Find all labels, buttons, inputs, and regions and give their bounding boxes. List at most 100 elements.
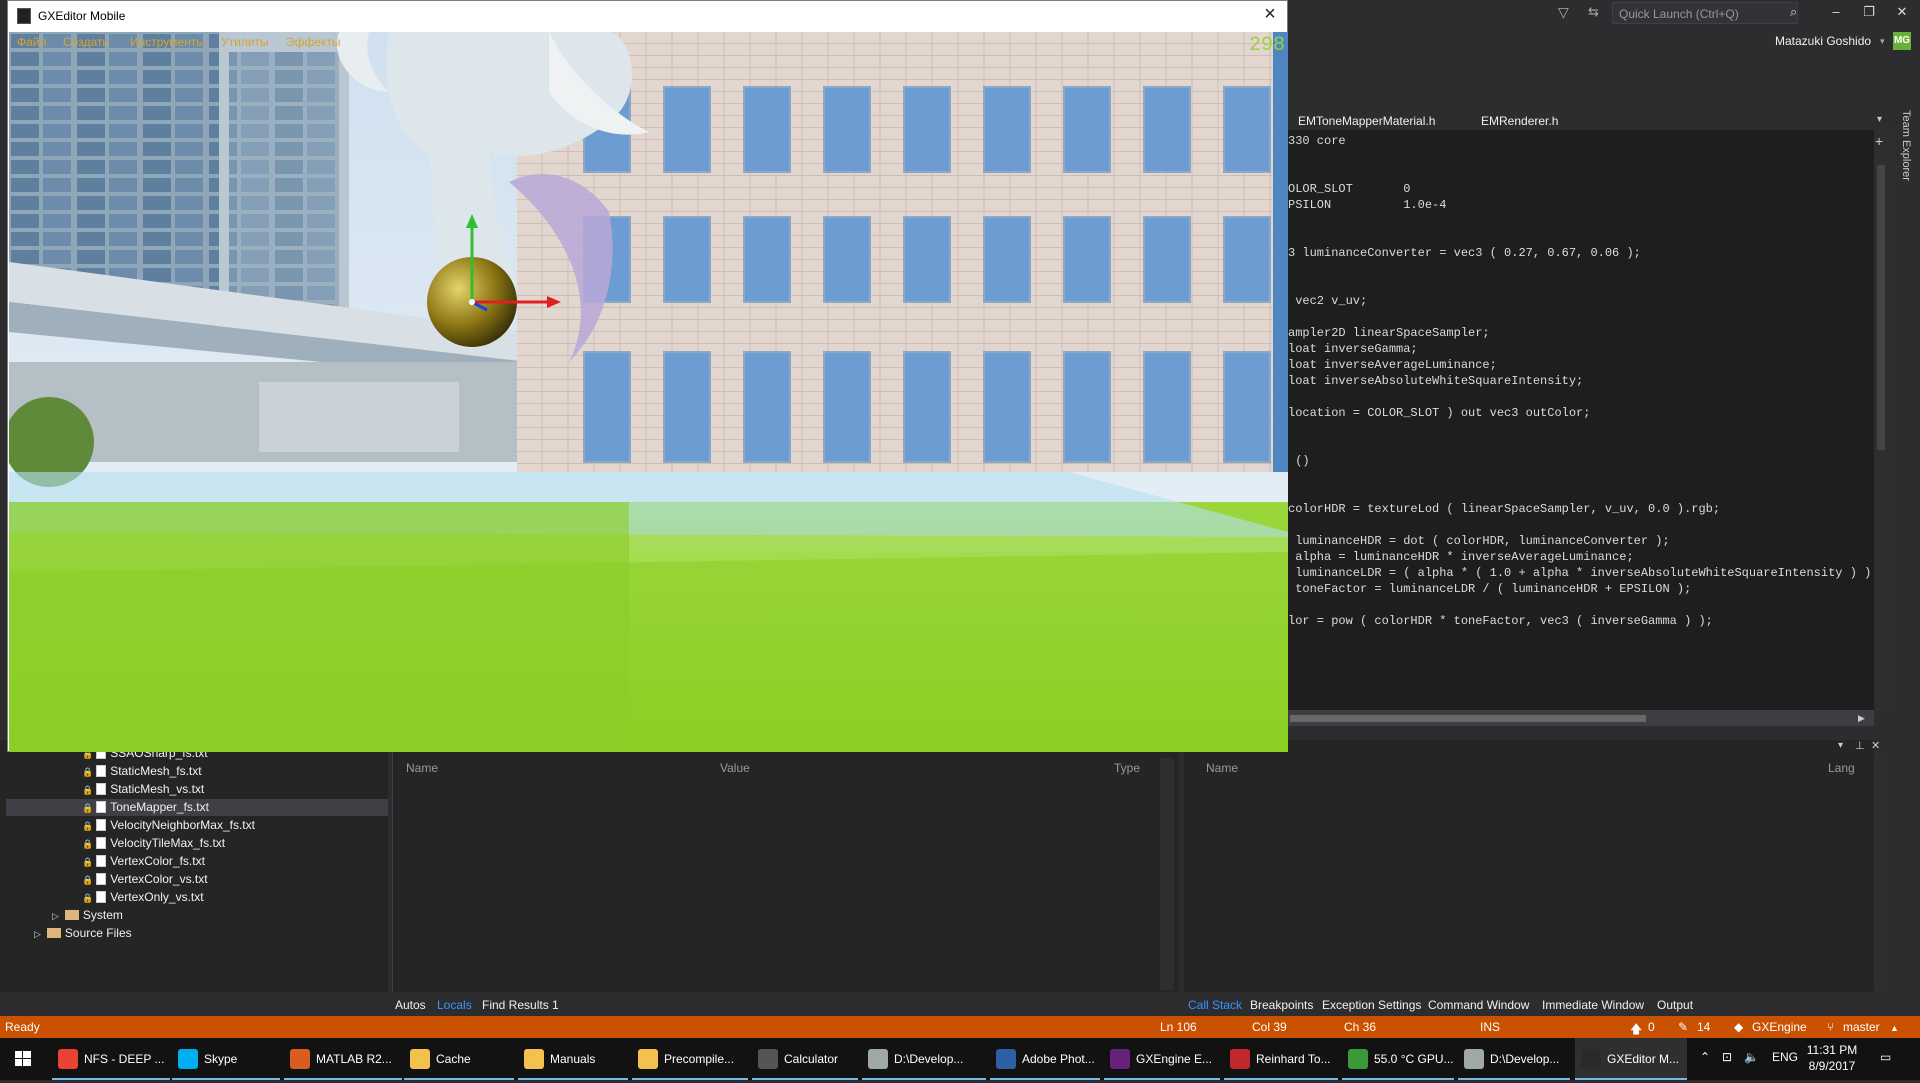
code-line[interactable]: OLOR_SLOT 0 [1288,182,1410,196]
status-branch[interactable]: master [1843,1020,1880,1034]
code-line[interactable]: lor = pow ( colorHDR * toneFactor, vec3 … [1288,614,1713,628]
locals-col-name[interactable]: Name [406,761,438,775]
tab-find-results[interactable]: Find Results 1 [482,998,559,1012]
code-line[interactable]: alpha = luminanceHDR * inverseAverageLum… [1288,550,1633,564]
solution-folder-item[interactable]: ▷ Source Files [34,926,132,940]
code-editor[interactable]: 330 core OLOR_SLOT 0 PSILON 1.0e-4 3 lumina… [1286,130,1886,710]
status-changes[interactable]: 14 [1697,1020,1710,1034]
code-line[interactable]: 330 core [1288,134,1346,148]
clock[interactable]: 11:31 PM 8/9/2017 [1802,1042,1862,1074]
scroll-right-icon[interactable]: ▶ [1858,713,1865,724]
locals-col-type[interactable]: Type [1114,761,1140,775]
tab-emtonemappermaterial[interactable]: EMToneMapperMaterial.h [1298,114,1435,128]
code-line[interactable]: ampler2D linearSpaceSampler; [1288,326,1490,340]
taskbar-item[interactable]: Precompile... [632,1038,748,1080]
taskbar-item[interactable]: NFS - DEEP ... [52,1038,170,1080]
gxeditor-title-bar[interactable]: GXEditor Mobile × [8,1,1287,32]
notifications-icon[interactable]: ▭ [1880,1050,1891,1064]
callstack-col-name[interactable]: Name [1206,761,1238,775]
taskbar-item[interactable]: GXEngine E... [1104,1038,1220,1080]
tab-immediate-window[interactable]: Immediate Window [1542,998,1644,1012]
editor-scroll-thumb[interactable] [1877,165,1885,450]
tab-exception-settings[interactable]: Exception Settings [1322,998,1421,1012]
callstack-scrollbar[interactable] [1874,758,1888,990]
tab-overflow-icon[interactable]: ▾ [1877,114,1882,125]
menu-file[interactable]: Файл [17,35,47,49]
taskbar-item[interactable]: Manuals [518,1038,628,1080]
code-line[interactable]: luminanceHDR = dot ( colorHDR, luminance… [1288,534,1669,548]
taskbar-item[interactable]: Cache [404,1038,514,1080]
callstack-col-lang[interactable]: Lang [1828,761,1855,775]
menu-utilities[interactable]: Утилиты [221,35,269,49]
code-line[interactable]: 3 luminanceConverter = vec3 ( 0.27, 0.67… [1288,246,1641,260]
solution-file-item[interactable]: 🔒 VelocityNeighborMax_fs.txt [82,818,255,832]
code-line[interactable]: colorHDR = textureLod ( linearSpaceSampl… [1288,502,1720,516]
taskbar-item[interactable]: D:\Develop... [1458,1038,1570,1080]
solution-file-item[interactable]: 🔒 VertexOnly_vs.txt [82,890,204,904]
tab-command-window[interactable]: Command Window [1428,998,1529,1012]
solution-file-item[interactable]: 🔒 VertexColor_fs.txt [82,854,205,868]
search-icon[interactable]: ⌕ [1790,4,1797,20]
editor-hscroll-thumb[interactable] [1290,715,1646,722]
taskbar-item[interactable]: GXEditor M... [1575,1038,1687,1080]
close-icon[interactable]: ✕ [1889,4,1915,20]
taskbar-item[interactable]: Reinhard To... [1224,1038,1338,1080]
feedback-icon[interactable]: ⇆ [1588,4,1599,20]
branch-icon[interactable]: ⑂ [1827,1020,1834,1034]
tab-autos[interactable]: Autos [395,998,426,1012]
taskbar-item[interactable]: Adobe Phot... [990,1038,1100,1080]
split-editor-icon[interactable]: + [1875,133,1883,149]
status-unpushed[interactable]: 0 [1648,1020,1655,1034]
tray-expand-icon[interactable]: ⌃ [1700,1050,1710,1064]
tab-output[interactable]: Output [1657,998,1693,1012]
volume-icon[interactable]: 🔈 [1744,1050,1759,1064]
taskbar-item[interactable]: D:\Develop... [862,1038,986,1080]
network-icon[interactable]: ⊡ [1722,1050,1732,1064]
code-line[interactable]: PSILON 1.0e-4 [1288,198,1446,212]
code-line[interactable]: toneFactor = luminanceLDR / ( luminanceH… [1288,582,1691,596]
code-line[interactable]: luminanceLDR = ( alpha * ( 1.0 + alpha *… [1288,566,1886,580]
menu-create[interactable]: Создать [63,35,109,49]
tab-call-stack[interactable]: Call Stack [1188,998,1242,1012]
pencil-icon[interactable]: ✎ [1678,1020,1688,1034]
user-name[interactable]: Matazuki Goshido [1775,34,1871,48]
solution-file-item[interactable]: 🔒 StaticMesh_vs.txt [82,782,204,796]
solution-file-item[interactable]: 🔒 VertexColor_vs.txt [82,872,208,886]
locals-scrollbar[interactable] [1160,758,1174,990]
close-panel-icon[interactable]: ✕ [1871,739,1880,752]
filter-icon[interactable]: ▽ [1558,4,1569,21]
expand-arrow-icon[interactable]: ▷ [34,929,41,939]
solution-file-item[interactable]: 🔒 ToneMapper_fs.txt [82,800,209,814]
menu-effects[interactable]: Эффекты [286,35,341,49]
minimize-icon[interactable]: – [1823,4,1849,19]
user-dropdown-icon[interactable]: ▾ [1880,36,1885,47]
taskbar-item[interactable]: Skype [172,1038,280,1080]
solution-file-item[interactable]: 🔒 VelocityTileMax_fs.txt [82,836,225,850]
code-line[interactable]: vec2 v_uv; [1288,294,1367,308]
code-line[interactable]: loat inverseGamma; [1288,342,1418,356]
status-repo[interactable]: GXEngine [1752,1020,1807,1034]
code-line[interactable]: () [1288,454,1309,468]
solution-file-item[interactable]: 🔒 StaticMesh_fs.txt [82,764,202,778]
panel-dropdown-icon[interactable]: ▾ [1838,740,1843,751]
git-icon[interactable]: ◆ [1734,1020,1743,1034]
tab-locals[interactable]: Locals [437,998,472,1012]
code-line[interactable]: loat inverseAbsoluteWhiteSquareIntensity… [1288,374,1583,388]
code-line[interactable]: location = COLOR_SLOT ) out vec3 outColo… [1288,406,1590,420]
language-indicator[interactable]: ENG [1772,1050,1798,1064]
close-icon[interactable]: × [1257,3,1283,26]
pin-icon[interactable]: ⊥ [1855,739,1865,752]
avatar[interactable]: MG [1893,32,1911,50]
team-explorer-tab[interactable]: Team Explorer [1900,110,1912,181]
tab-emrenderer[interactable]: EMRenderer.h [1481,114,1558,128]
quick-launch-input[interactable]: Quick Launch (Ctrl+Q) [1612,2,1798,24]
tab-breakpoints[interactable]: Breakpoints [1250,998,1313,1012]
viewport-3d[interactable]: Файл Создать Инструменты Утилиты Эффекты… [9,32,1288,752]
taskbar-item[interactable]: MATLAB R2... [284,1038,402,1080]
expand-arrow-icon[interactable]: ▷ [52,911,59,921]
locals-col-value[interactable]: Value [720,761,750,775]
solution-folder-item[interactable]: ▷ System [52,908,123,922]
menu-tools[interactable]: Инструменты [130,35,205,49]
taskbar-item[interactable]: Calculator [752,1038,858,1080]
restore-icon[interactable]: ❐ [1856,4,1882,20]
